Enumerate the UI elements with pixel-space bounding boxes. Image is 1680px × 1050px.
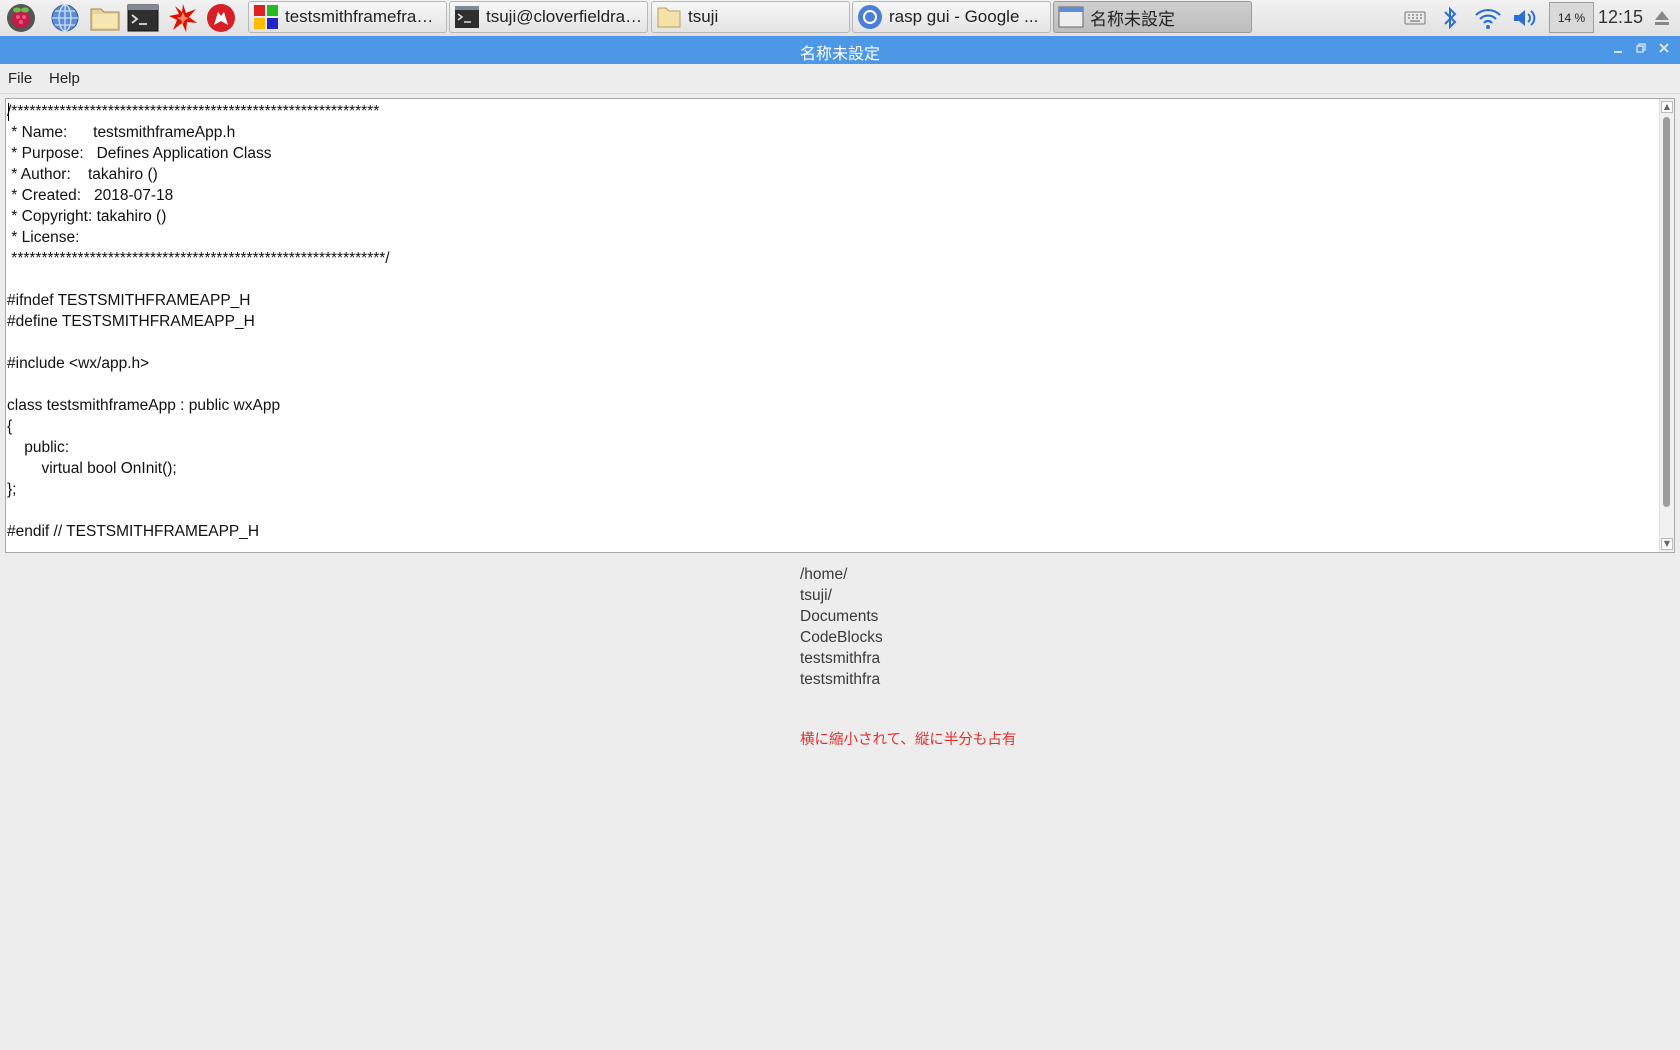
code-line: * Purpose: Defines Application Class: [7, 145, 272, 162]
code-line: };: [7, 481, 17, 498]
terminal-icon[interactable]: [126, 2, 160, 34]
menu-file[interactable]: File: [8, 70, 32, 87]
vertical-scrollbar[interactable]: ▲ ▼: [1659, 99, 1674, 552]
path-segment: /home/: [800, 566, 848, 583]
cpu-monitor[interactable]: 14 %: [1549, 2, 1594, 33]
code-line: #ifndef TESTSMITHFRAMEAPP_H: [7, 292, 251, 309]
task-codeblocks[interactable]: testsmithframeframe...: [248, 1, 447, 33]
code-line: #endif // TESTSMITHFRAMEAPP_H: [7, 523, 260, 540]
task-chromium[interactable]: rasp gui - Google ...: [852, 1, 1051, 33]
code-content[interactable]: /***************************************…: [7, 101, 390, 542]
code-line: /***************************************…: [7, 103, 380, 120]
path-segment: tsuji/: [800, 587, 832, 604]
task-label: rasp gui - Google ...: [889, 7, 1039, 26]
annotation-note: 横に縮小されて、縦に半分も占有: [800, 732, 1017, 748]
task-label: testsmithframeframe...: [285, 7, 446, 26]
task-untitled-window[interactable]: 名称未設定: [1053, 1, 1252, 33]
window-title: 名称未設定: [799, 44, 880, 63]
path-segment: CodeBlocks: [800, 629, 882, 646]
path-segment: Documents: [800, 608, 879, 625]
code-line: ****************************************…: [7, 250, 390, 267]
path-segment: testsmithfra: [800, 671, 881, 688]
folder-icon: [657, 7, 681, 28]
code-line: #define TESTSMITHFRAMEAPP_H: [7, 313, 255, 330]
task-terminal[interactable]: tsuji@cloverfieldrasp...: [449, 1, 648, 33]
window-titlebar[interactable]: 名称未設定: [0, 36, 1680, 64]
code-line: class testsmithframeApp : public wxApp: [7, 397, 281, 414]
clock[interactable]: 12:15: [1598, 7, 1643, 28]
maximize-icon[interactable]: [1633, 42, 1649, 58]
scroll-up-icon[interactable]: ▲: [1661, 101, 1673, 113]
file-manager-icon[interactable]: [88, 2, 122, 34]
web-browser-icon[interactable]: [48, 2, 82, 34]
task-label: tsuji@cloverfieldrasp...: [486, 7, 647, 26]
code-line: * Author: takahiro (): [7, 166, 158, 183]
menubar: File Help: [0, 64, 1680, 94]
text-editor[interactable]: /***************************************…: [5, 98, 1675, 553]
file-path-label: /home/ tsuji/ Documents CodeBlocks tests…: [800, 564, 882, 690]
code-line: * License:: [7, 229, 80, 246]
code-line: * Copyright: takahiro (): [7, 208, 167, 225]
keyboard-icon[interactable]: [1401, 4, 1429, 32]
code-line: {: [7, 418, 13, 435]
codeblocks-icon: [254, 5, 278, 29]
wolfram-icon[interactable]: [204, 2, 238, 34]
code-line: * Created: 2018-07-18: [7, 187, 174, 204]
close-icon[interactable]: [1656, 42, 1672, 58]
scroll-down-icon[interactable]: ▼: [1661, 538, 1673, 550]
wifi-icon[interactable]: [1474, 4, 1502, 32]
path-segment: testsmithfra: [800, 650, 881, 667]
raspberry-menu-icon[interactable]: [4, 2, 38, 34]
eject-icon[interactable]: [1648, 4, 1676, 32]
minimize-icon[interactable]: [1610, 42, 1626, 58]
bluetooth-icon[interactable]: [1436, 4, 1464, 32]
code-line: public:: [7, 439, 70, 456]
mathematica-icon[interactable]: [166, 2, 200, 34]
chromium-icon: [858, 5, 882, 29]
terminal-icon: [455, 6, 479, 28]
menu-help[interactable]: Help: [49, 70, 80, 87]
task-label: 名称未設定: [1090, 9, 1175, 29]
task-label: tsuji: [688, 7, 719, 26]
code-line: virtual bool OnInit();: [7, 460, 177, 477]
taskbar: testsmithframeframe... tsuji@cloverfield…: [0, 0, 1680, 37]
window-icon: [1058, 6, 1084, 28]
code-line: #include <wx/app.h>: [7, 355, 150, 372]
code-line: * Name: testsmithframeApp.h: [7, 124, 236, 141]
volume-icon[interactable]: [1511, 4, 1539, 32]
task-file-manager[interactable]: tsuji: [651, 1, 850, 33]
scrollbar-thumb[interactable]: [1663, 117, 1670, 507]
